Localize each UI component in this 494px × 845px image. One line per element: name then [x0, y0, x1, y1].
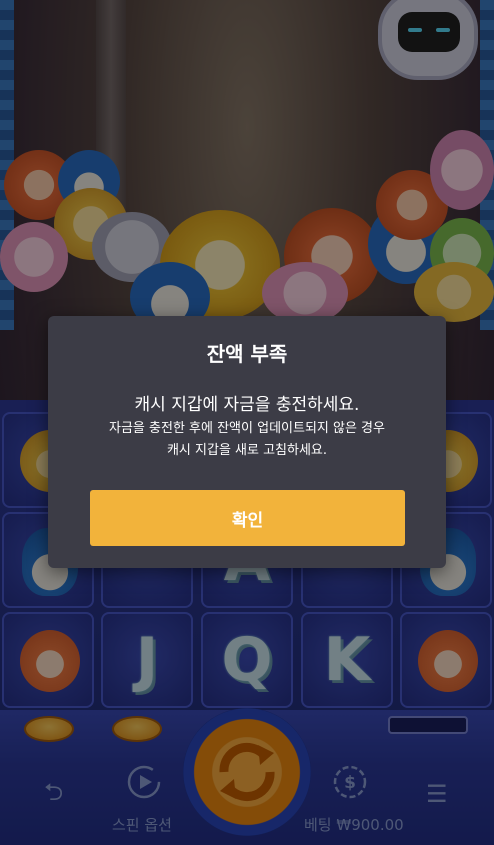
dialog-sub-message: 자금을 충전한 후에 잔액이 업데이트되지 않은 경우 캐시 지갑을 새로 고침…	[68, 418, 426, 462]
dialog-message: 캐시 지갑에 자금을 충전하세요.	[134, 395, 360, 415]
dialog-sub-line: 자금을 충전한 후에 잔액이 업데이트되지 않은 경우	[109, 421, 385, 436]
dialog-title: 잔액 부족	[206, 342, 288, 366]
confirm-button[interactable]: 확인	[90, 490, 405, 546]
insufficient-balance-dialog: 잔액 부족 캐시 지갑에 자금을 충전하세요. 자금을 충전한 후에 잔액이 업…	[48, 316, 446, 568]
dialog-sub-line: 캐시 지갑을 새로 고침하세요.	[166, 443, 328, 458]
